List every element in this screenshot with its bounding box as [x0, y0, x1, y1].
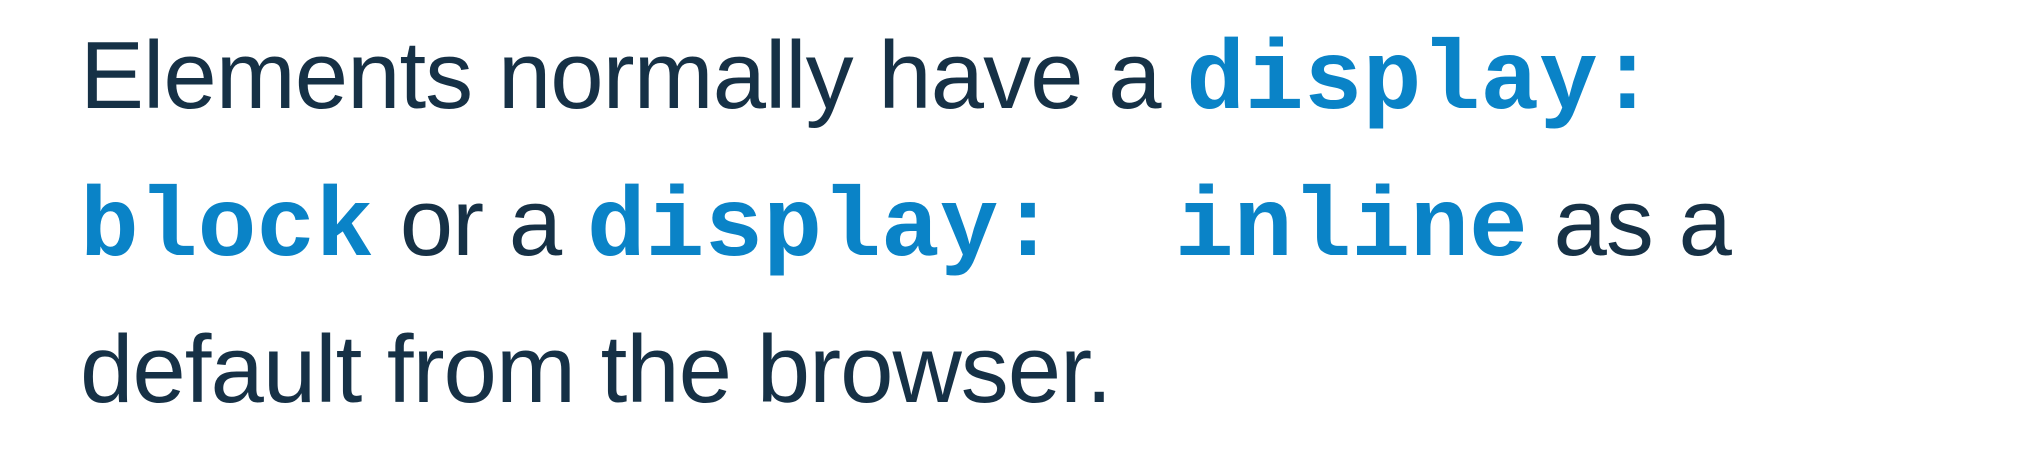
line-2-suffix-text: as a	[1527, 169, 1731, 276]
line-2-connector-text: or a	[374, 169, 587, 276]
paragraph-line-2: block or a display: inline as a	[80, 153, 1960, 300]
explanatory-paragraph: Elements normally have a display: block …	[80, 6, 1960, 440]
code-display-inline: display: inline	[586, 174, 1528, 285]
line-3-text: default from the browser.	[80, 316, 1113, 423]
paragraph-line-3: default from the browser.	[80, 300, 1960, 440]
code-display-keyword-1: display:	[1186, 27, 1657, 138]
paragraph-line-1: Elements normally have a display:	[80, 6, 1960, 153]
line-1-text: Elements normally have a	[80, 22, 1187, 129]
code-block-value: block	[80, 174, 375, 285]
